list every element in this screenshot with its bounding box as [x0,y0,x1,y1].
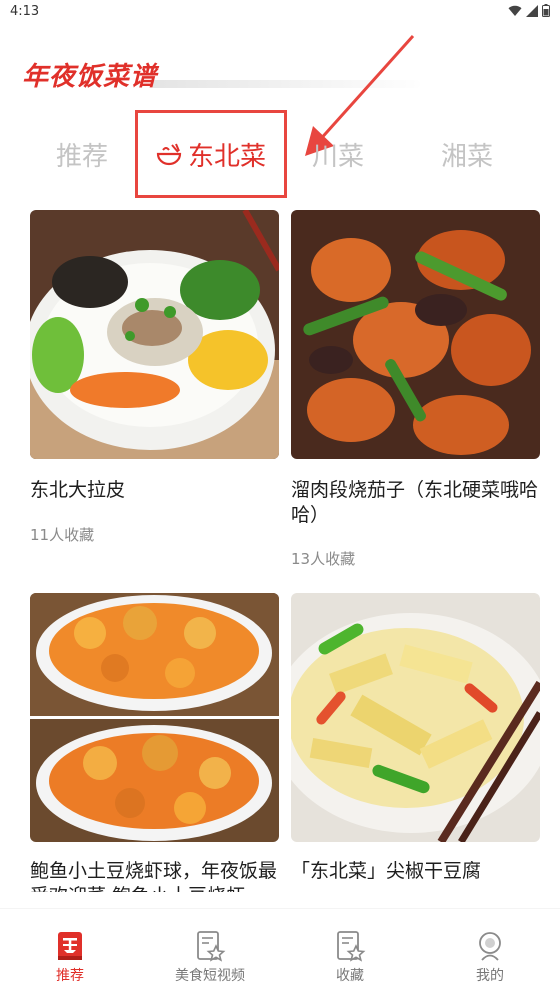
status-bar: 4:13 [0,0,560,26]
video-star-icon [197,931,226,962]
recipe-card[interactable]: 东北大拉皮 11人收藏 [30,210,279,550]
signal-icon [526,4,538,17]
tab-hunan[interactable]: 湘菜 [441,136,493,173]
nav-profile[interactable]: 我的 [430,929,550,996]
recipe-title: 鲍鱼小土豆烧虾球，年夜饭最受欢迎菜 鲍鱼小土豆烧虾 [30,860,278,892]
tab-sichuan[interactable]: 川菜 [312,136,364,173]
battery-icon [542,4,550,17]
favorite-count: 13人收藏 [291,550,356,568]
favorites-star-icon [337,931,366,962]
status-icons [508,4,550,17]
title-brush-decoration [150,80,420,88]
status-time: 4:13 [10,4,40,19]
wifi-icon [508,5,522,16]
recipe-title: 「东北菜」尖椒干豆腐 [291,860,482,882]
nav-favorites-label: 收藏 [336,968,364,984]
bowl-icon [156,143,182,166]
nav-profile-label: 我的 [476,968,504,984]
profile-icon [479,932,501,961]
recipe-card[interactable]: 「东北菜」尖椒干豆腐 [291,593,540,893]
tab-recommend[interactable]: 推荐 [56,136,108,173]
recipe-card[interactable]: 溜肉段烧茄子（东北硬菜哦哈哈） 13人收藏 [291,210,540,574]
tab-dongbei-active[interactable]: 东北菜 [135,110,287,198]
tab-dongbei-label: 东北菜 [187,141,266,172]
recipe-card[interactable]: 鲍鱼小土豆烧虾球，年夜饭最受欢迎菜 鲍鱼小土豆烧虾 [30,593,279,893]
recipe-image-roudan [291,210,540,459]
recipe-title: 溜肉段烧茄子（东北硬菜哦哈哈） [291,479,539,526]
recipe-book-icon [58,932,82,960]
nav-favorites[interactable]: 收藏 [290,929,410,996]
recipe-image-baoyu [30,593,279,842]
recipe-image-dalapi [30,210,279,459]
nav-short-video[interactable]: 美食短视频 [150,929,270,996]
nav-short-video-label: 美食短视频 [175,968,245,984]
recipe-image-doufu [291,593,540,842]
recipe-title: 东北大拉皮 [30,479,126,501]
nav-recommend[interactable]: 推荐 [10,929,130,996]
app-title: 年夜饭菜谱 [22,62,158,92]
favorite-count: 11人收藏 [30,526,95,544]
bottom-nav: 推荐 美食短视频 收藏 我的 [0,908,560,996]
nav-recommend-label: 推荐 [56,968,84,984]
